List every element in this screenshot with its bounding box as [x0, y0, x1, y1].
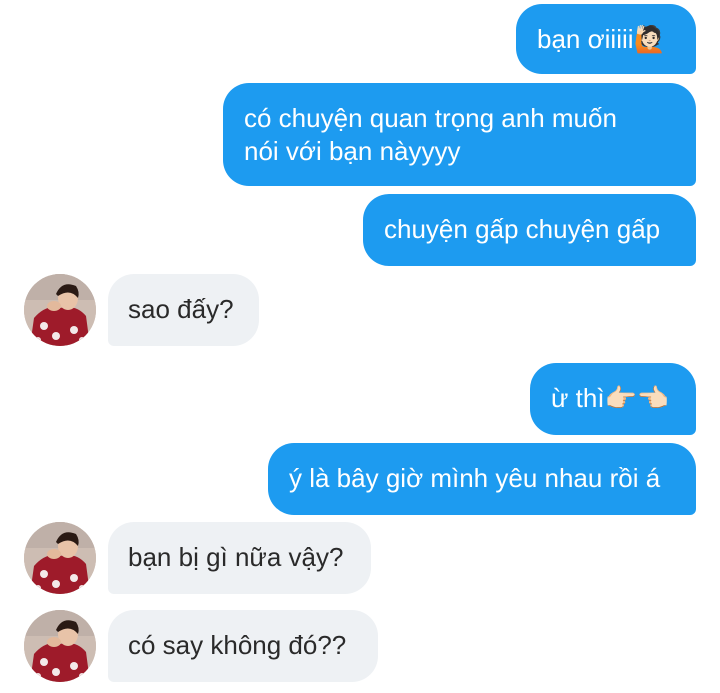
contact-avatar[interactable]: [24, 522, 96, 594]
contact-avatar[interactable]: [24, 610, 96, 682]
sent-message[interactable]: bạn ơiiiii🙋🏻: [516, 4, 696, 74]
sent-message[interactable]: ý là bây giờ mình yêu nhau rồi á: [268, 443, 696, 515]
contact-avatar[interactable]: [24, 274, 96, 346]
sent-message[interactable]: ừ thì👉🏻👈🏻: [530, 363, 696, 435]
received-message[interactable]: bạn bị gì nữa vậy?: [108, 522, 371, 594]
received-message[interactable]: có say không đó??: [108, 610, 378, 682]
sent-message[interactable]: có chuyện quan trọng anh muốn nói với bạ…: [223, 83, 696, 186]
received-message[interactable]: sao đấy?: [108, 274, 259, 346]
sent-message[interactable]: chuyện gấp chuyện gấp: [363, 194, 696, 266]
